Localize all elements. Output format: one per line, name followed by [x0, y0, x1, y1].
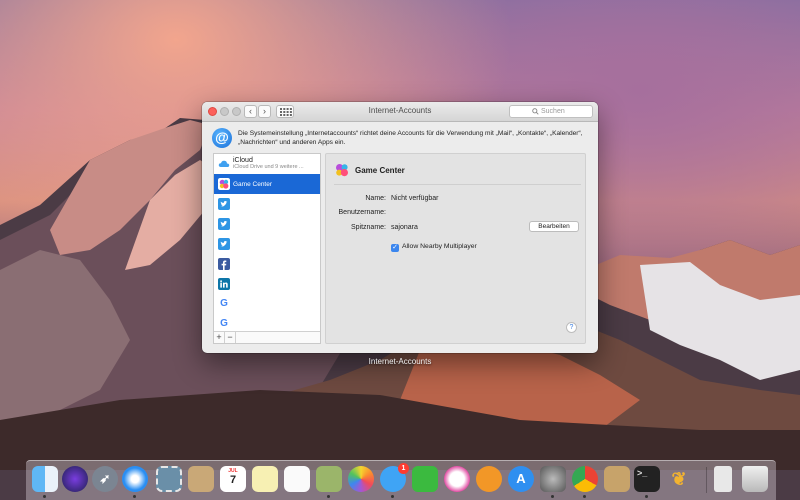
nearby-multiplayer-option[interactable]: ✓ Allow Nearby Multiplayer	[391, 243, 477, 252]
ibooks-icon[interactable]	[476, 466, 502, 492]
internet-accounts-window: ‹ › Internet-Accounts Suchen @ Die Syste…	[202, 102, 598, 353]
account-item-twitter-2[interactable]	[214, 214, 320, 234]
search-field[interactable]: Suchen	[509, 105, 593, 118]
nearby-multiplayer-checkbox[interactable]: ✓	[391, 244, 399, 252]
game-center-icon	[336, 164, 348, 177]
google-icon: G	[220, 318, 228, 329]
system-preferences-icon[interactable]	[540, 466, 566, 492]
internet-accounts-icon: @	[212, 128, 232, 148]
nickname-label: Spitzname:	[350, 224, 386, 231]
account-item-twitter-3[interactable]	[214, 234, 320, 254]
dock: ➶ JUL 7 1 A >_ ❦	[26, 460, 776, 500]
pane-header: @ Die Systemeinstellung „Internetaccount…	[212, 128, 588, 150]
calendar-day: 7	[229, 474, 237, 486]
checkbox-label: Allow Nearby Multiplayer	[402, 243, 477, 250]
tes-icon[interactable]: ❦	[666, 466, 692, 492]
account-item-game-center[interactable]: Game Center	[214, 174, 320, 194]
account-label: Game Center	[233, 181, 273, 188]
terminal-icon[interactable]: >_	[634, 466, 660, 492]
photos-icon[interactable]	[348, 466, 374, 492]
checkmark-icon: ✓	[392, 244, 398, 251]
remove-account-button[interactable]: −	[225, 332, 236, 343]
detail-title: Game Center	[355, 166, 405, 175]
notes-icon[interactable]	[252, 466, 278, 492]
chrome-icon[interactable]	[572, 466, 598, 492]
account-detail-panel: Game Center Name: Nicht verfügbar Benutz…	[325, 153, 586, 344]
account-label: iCloud	[233, 157, 253, 164]
preview-icon[interactable]	[604, 466, 630, 492]
account-item-twitter-1[interactable]	[214, 194, 320, 214]
running-indicator	[133, 495, 136, 498]
safari-icon[interactable]	[122, 466, 148, 492]
game-center-icon	[218, 178, 230, 190]
name-value: Nicht verfügbar	[391, 195, 439, 202]
app-store-icon[interactable]: A	[508, 466, 534, 492]
google-icon: G	[220, 298, 228, 309]
list-controls: + −	[214, 331, 320, 343]
siri-icon[interactable]	[62, 466, 88, 492]
help-button[interactable]: ?	[566, 322, 577, 333]
finder-icon[interactable]	[32, 466, 58, 492]
dock-hover-label: Internet-Accounts	[368, 357, 432, 366]
linkedin-icon	[218, 278, 230, 290]
messages-badge: 1	[398, 463, 409, 474]
facebook-icon	[218, 258, 230, 270]
running-indicator	[645, 495, 648, 498]
account-item-icloud[interactable]: iCloud iCloud Drive und 9 weitere ...	[214, 154, 320, 174]
facetime-icon[interactable]	[412, 466, 438, 492]
search-placeholder: Suchen	[541, 108, 565, 115]
trash-icon[interactable]	[742, 466, 768, 492]
twitter-icon	[218, 238, 230, 250]
running-indicator	[327, 495, 330, 498]
edit-nickname-button[interactable]: Bearbeiten	[529, 221, 579, 232]
icloud-icon	[218, 160, 230, 167]
photos-editor-icon[interactable]	[316, 466, 342, 492]
calendar-icon[interactable]: JUL 7	[220, 466, 246, 492]
account-sublabel: iCloud Drive und 9 weitere ...	[233, 164, 304, 170]
launchpad-icon[interactable]: ➶	[92, 466, 118, 492]
itunes-icon[interactable]	[444, 466, 470, 492]
account-item-linkedin[interactable]	[214, 274, 320, 294]
title-bar: ‹ › Internet-Accounts Suchen	[202, 102, 598, 122]
archive-icon[interactable]	[714, 466, 732, 492]
pane-description: Die Systemeinstellung „Internetaccounts“…	[238, 130, 583, 146]
reminders-icon[interactable]	[284, 466, 310, 492]
running-indicator	[583, 495, 586, 498]
add-account-button[interactable]: +	[214, 332, 225, 343]
mail-stamp-icon[interactable]	[156, 466, 182, 492]
search-icon	[532, 108, 539, 115]
running-indicator	[43, 495, 46, 498]
dock-separator	[706, 467, 707, 493]
contacts-icon[interactable]	[188, 466, 214, 492]
account-item-google-2[interactable]: G	[214, 314, 320, 332]
running-indicator	[551, 495, 554, 498]
accounts-list: iCloud iCloud Drive und 9 weitere ... Ga…	[213, 153, 321, 344]
nickname-value: sajonara	[391, 224, 418, 231]
messages-icon[interactable]: 1	[380, 463, 409, 492]
twitter-icon	[218, 198, 230, 210]
account-item-facebook[interactable]	[214, 254, 320, 274]
name-label: Name:	[365, 195, 386, 202]
divider	[334, 184, 581, 185]
account-item-google-1[interactable]: G	[214, 294, 320, 314]
twitter-icon	[218, 218, 230, 230]
running-indicator	[391, 495, 394, 498]
username-label: Benutzername:	[338, 209, 386, 216]
